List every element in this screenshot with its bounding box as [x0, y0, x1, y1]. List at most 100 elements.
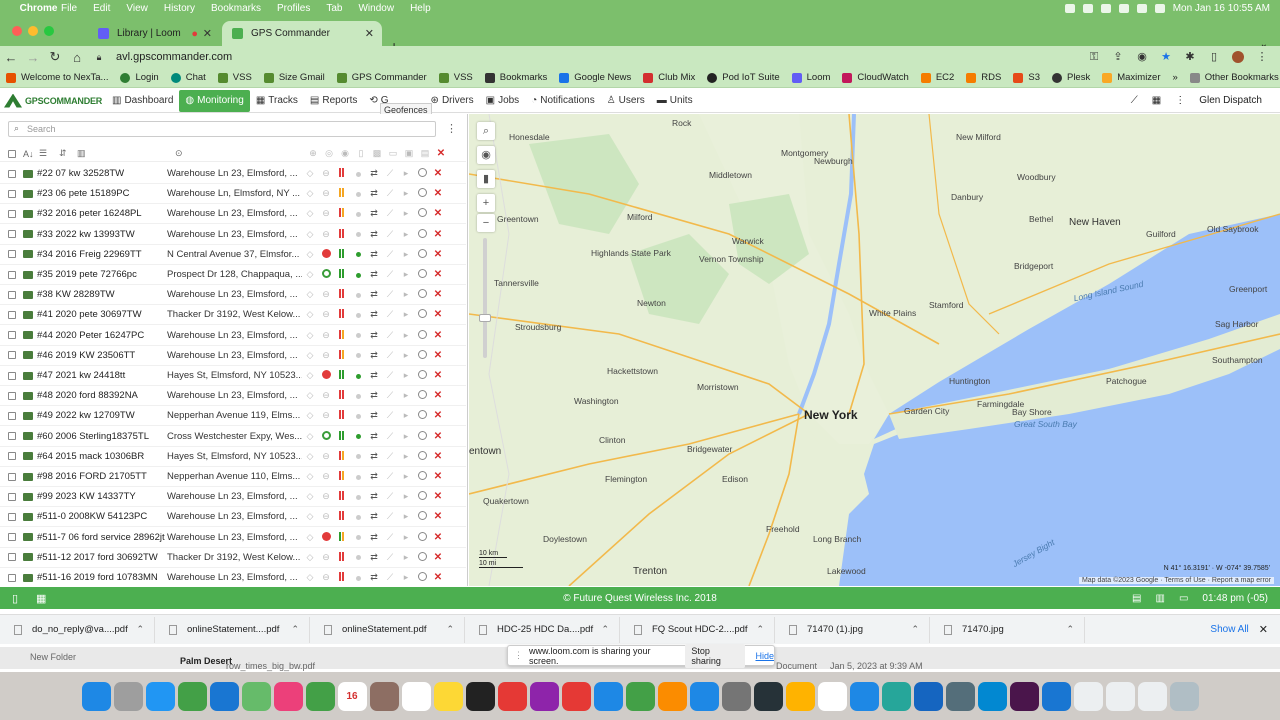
control-center-icon[interactable] — [1154, 3, 1165, 13]
table-row[interactable]: #38 KW 28289TW Warehouse Ln 23, Elmsford,… — [0, 285, 466, 306]
row-checkbox[interactable] — [8, 452, 16, 461]
route-icon[interactable]: ⇄ — [366, 269, 382, 280]
play-icon[interactable]: ▸ — [398, 491, 414, 502]
menu-view[interactable]: View — [118, 3, 156, 14]
address-bar[interactable]: avl.gpscommander.com — [116, 51, 232, 63]
diamond-icon[interactable]: ◇ — [302, 249, 318, 260]
delete-icon[interactable]: ✕ — [430, 532, 446, 543]
close-window-button[interactable] — [12, 26, 22, 36]
route-icon[interactable]: ⇄ — [366, 350, 382, 361]
play-icon[interactable]: ▸ — [398, 330, 414, 341]
tab-loom[interactable]: Library | Loom ● ✕ — [88, 21, 220, 46]
user-name[interactable]: Glen Dispatch — [1199, 95, 1262, 106]
row-checkbox[interactable] — [8, 351, 16, 360]
table-row[interactable]: #22 07 kw 32528TW Warehouse Ln 23, Elmsfo… — [0, 164, 466, 184]
circle-icon[interactable] — [417, 410, 427, 420]
row-checkbox[interactable] — [8, 432, 16, 441]
table-row[interactable]: #60 2006 Sterling18375TL Cross Westcheste… — [0, 427, 466, 447]
vpn-icon[interactable] — [881, 681, 911, 711]
gps-commander-logo[interactable]: GPSCOMMANDER — [0, 93, 106, 108]
play-icon[interactable]: ▸ — [398, 410, 414, 421]
unit-name[interactable]: #60 2006 Sterling18375TL — [37, 431, 167, 442]
safari-icon[interactable] — [145, 681, 175, 711]
route-icon[interactable]: ⇄ — [366, 471, 382, 482]
row-checkbox[interactable] — [8, 533, 16, 542]
bookmark-item[interactable]: Loom — [786, 72, 837, 83]
graph-icon[interactable]: ⟋ — [382, 350, 398, 361]
download-item[interactable]: FQ Scout HDC-2....pdf ⌃ — [620, 616, 775, 643]
row-checkbox[interactable] — [8, 270, 16, 279]
pages-icon[interactable] — [657, 681, 687, 711]
play-icon[interactable]: ▸ — [398, 572, 414, 583]
unit-name[interactable]: #64 2015 mack 10306BR — [37, 451, 167, 462]
delete-icon[interactable]: ✕ — [430, 330, 446, 341]
back-icon[interactable]: ← — [0, 50, 22, 65]
diamond-icon[interactable]: ◇ — [302, 188, 318, 199]
podcasts-icon[interactable] — [529, 681, 559, 711]
messages-icon[interactable] — [177, 681, 207, 711]
unit-name[interactable]: #35 2019 pete 72766pc — [37, 269, 167, 280]
avatar[interactable] — [1232, 51, 1244, 63]
route-icon[interactable]: ⇄ — [366, 188, 382, 199]
chevron-up-icon[interactable]: ⌃ — [291, 624, 299, 635]
location-header-icon[interactable]: ⊙ — [175, 148, 305, 159]
diamond-icon[interactable]: ◇ — [302, 330, 318, 341]
bookmark-item[interactable]: S3 — [1007, 72, 1046, 83]
image-icon[interactable]: ▭ — [385, 148, 401, 159]
user-icon[interactable] — [1100, 3, 1111, 13]
collapse-icon[interactable]: ▥ — [77, 148, 175, 159]
delete-icon[interactable]: ✕ — [430, 168, 446, 179]
graph-icon[interactable]: ⟋ — [382, 552, 398, 563]
finder-icon[interactable] — [81, 681, 111, 711]
unit-name[interactable]: #511-0 2008KW 54123PC — [37, 511, 167, 522]
graph-icon[interactable]: ⟋ — [382, 390, 398, 401]
nav-units[interactable]: ▬ Units — [651, 90, 699, 112]
table-row[interactable]: #33 2022 kw 13993TW Warehouse Ln 23, Elms… — [0, 225, 466, 245]
unit-name[interactable]: #41 2020 pete 30697TW — [37, 309, 167, 320]
route-icon[interactable]: ⇄ — [366, 309, 382, 320]
diamond-icon[interactable]: ◇ — [302, 370, 318, 381]
slack-icon[interactable] — [1009, 681, 1039, 711]
unit-name[interactable]: #49 2022 kw 12709TW — [37, 410, 167, 421]
target-icon[interactable]: ⊕ — [305, 148, 321, 159]
minimize-window-button[interactable] — [28, 26, 38, 36]
graph-icon[interactable]: ⟋ — [382, 370, 398, 381]
maps-icon[interactable] — [241, 681, 271, 711]
unit-name[interactable]: #32 2016 peter 16248PL — [37, 208, 167, 219]
row-checkbox[interactable] — [8, 573, 16, 582]
route-icon[interactable]: ⇄ — [366, 451, 382, 462]
play-icon[interactable]: ▸ — [398, 552, 414, 563]
bookmark-item[interactable]: Pod IoT Suite — [701, 72, 785, 83]
nav-drivers[interactable]: ⊛ Drivers — [425, 90, 480, 112]
photos-icon[interactable] — [273, 681, 303, 711]
nav-reports[interactable]: ▤ Reports — [304, 90, 363, 112]
table-row[interactable]: #511-16 2019 ford 10783MN Warehouse Ln 23… — [0, 568, 466, 588]
video-icon[interactable]: ▣ — [401, 148, 417, 159]
circle-icon[interactable] — [417, 430, 427, 440]
menu-bookmarks[interactable]: Bookmarks — [203, 3, 269, 14]
download-item[interactable]: do_no_reply@va....pdf ⌃ — [0, 616, 155, 643]
expand-icon[interactable]: ⇵ — [59, 148, 77, 159]
download-item[interactable]: onlineStatement.pdf ⌃ — [310, 616, 465, 643]
zoom-window-button[interactable] — [44, 26, 54, 36]
unit-name[interactable]: #99 2023 KW 14337TY — [37, 491, 167, 502]
circle-icon[interactable] — [417, 248, 427, 258]
bookmark-item[interactable]: Maximizer — [1096, 72, 1166, 83]
menubar-clock[interactable]: Mon Jan 16 10:55 AM — [1173, 3, 1270, 14]
play-icon[interactable]: ▸ — [398, 350, 414, 361]
delete-icon[interactable]: ✕ — [430, 431, 446, 442]
route-icon[interactable]: ⇄ — [366, 491, 382, 502]
search-menu-icon[interactable]: ⋮ — [446, 122, 457, 135]
graph-icon[interactable]: ⟋ — [382, 532, 398, 543]
play-icon[interactable]: ▸ — [398, 249, 414, 260]
bookmark-item[interactable]: Login — [114, 72, 164, 83]
route-icon[interactable]: ⇄ — [366, 390, 382, 401]
grid-toggle-icon[interactable]: ▦ — [36, 592, 46, 605]
diamond-icon[interactable]: ◇ — [302, 410, 318, 421]
graph-icon[interactable]: ⟋ — [382, 289, 398, 300]
delete-icon[interactable]: ✕ — [430, 572, 446, 583]
mail-icon[interactable] — [209, 681, 239, 711]
play-icon[interactable]: ▸ — [398, 431, 414, 442]
row-checkbox[interactable] — [8, 492, 16, 501]
unit-name[interactable]: #47 2021 kw 24418tt — [37, 370, 167, 381]
